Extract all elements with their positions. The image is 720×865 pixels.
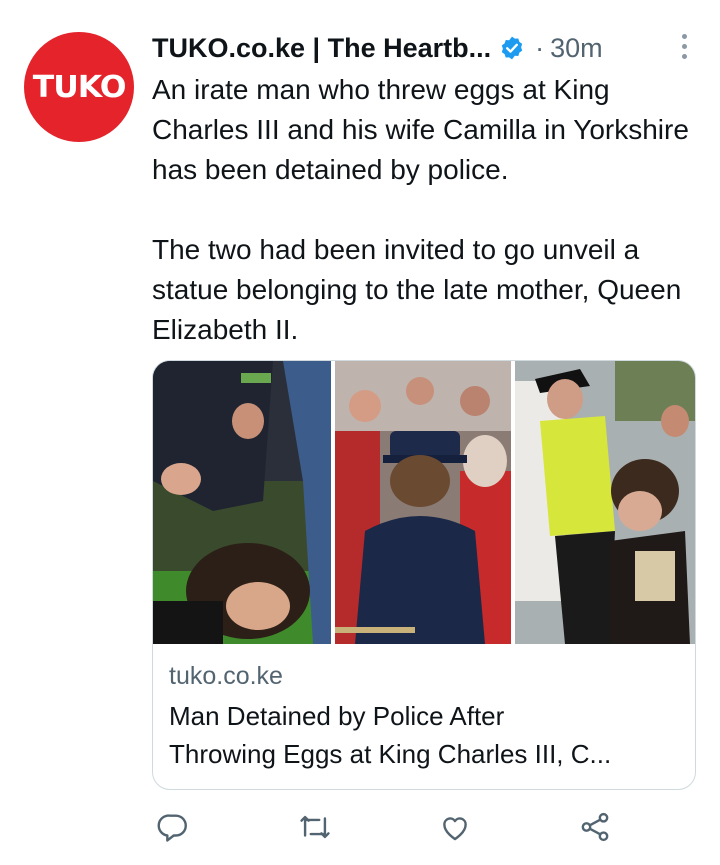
avatar-logo-text: TUKO bbox=[32, 69, 127, 105]
like-icon[interactable] bbox=[438, 810, 472, 844]
card-title: Man Detained by Police After Throwing Eg… bbox=[169, 697, 679, 773]
retweet-icon[interactable] bbox=[298, 810, 332, 844]
card-domain: tuko.co.ke bbox=[169, 662, 283, 690]
card-title-line: Throwing Eggs at King Charles III, C... bbox=[169, 739, 612, 769]
more-vertical-icon[interactable] bbox=[679, 34, 689, 64]
royal-crowd-photo[interactable] bbox=[335, 361, 511, 644]
share-icon[interactable] bbox=[578, 810, 612, 844]
man-pinned-by-police-photo[interactable] bbox=[153, 361, 331, 644]
reply-icon[interactable] bbox=[156, 810, 190, 844]
verified-badge-icon bbox=[501, 36, 523, 60]
tweet-actions bbox=[152, 810, 632, 850]
avatar[interactable]: TUKO bbox=[24, 32, 134, 142]
tweet-header: TUKO.co.ke | The Heartb... · 30m bbox=[152, 28, 697, 68]
man-detained-by-officer-photo[interactable] bbox=[515, 361, 695, 644]
link-card[interactable]: tuko.co.ke Man Detained by Police After … bbox=[152, 360, 696, 790]
tweet-text: An irate man who threw eggs at King Char… bbox=[152, 70, 702, 350]
tweet-paragraph: The two had been invited to go unveil a … bbox=[152, 234, 682, 345]
card-image-strip[interactable] bbox=[153, 361, 695, 644]
timestamp[interactable]: 30m bbox=[550, 33, 603, 64]
card-meta[interactable]: tuko.co.ke Man Detained by Police After … bbox=[169, 659, 679, 773]
tweet-paragraph: An irate man who threw eggs at King Char… bbox=[152, 74, 689, 185]
header-separator: · bbox=[535, 32, 545, 63]
author-name[interactable]: TUKO.co.ke | The Heartb... bbox=[152, 33, 491, 64]
card-title-line: Man Detained by Police After bbox=[169, 701, 505, 731]
